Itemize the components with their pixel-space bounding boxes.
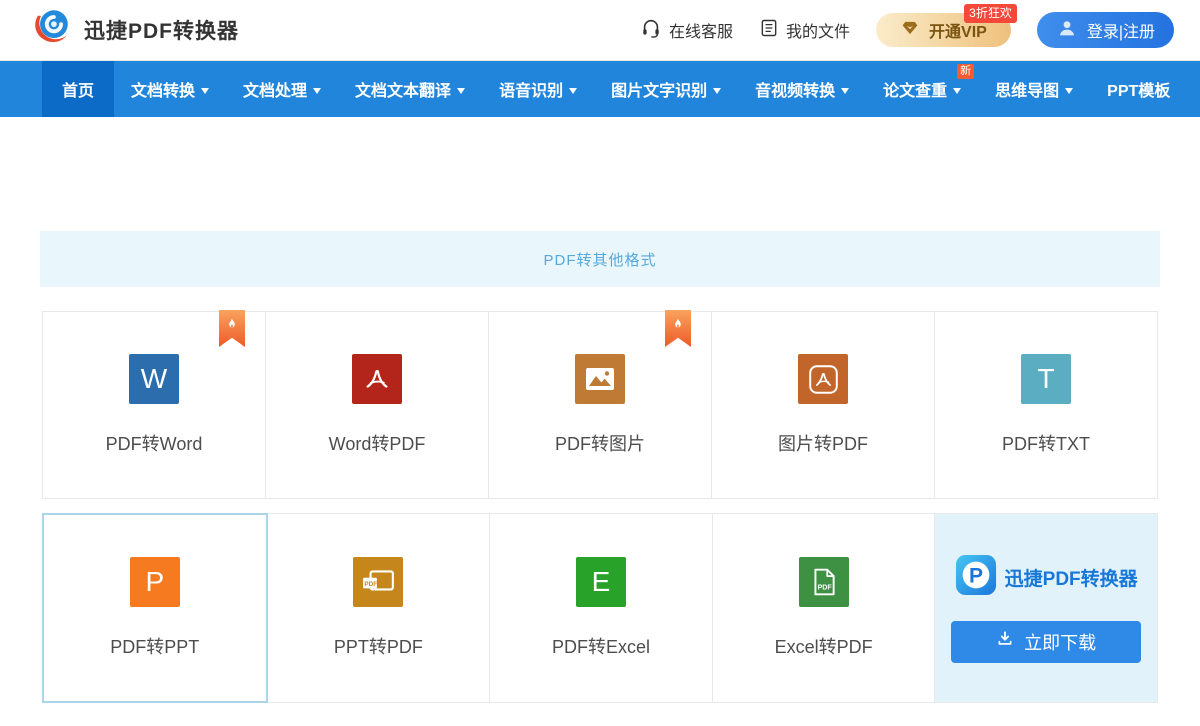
- nav-item-home[interactable]: 首页: [42, 61, 114, 117]
- tool-card-label: PDF转Excel: [552, 633, 650, 659]
- nav-item-label: 语音识别: [499, 77, 563, 101]
- tool-card-label: PDF转Word: [106, 430, 203, 456]
- tool-grid-row2: P PDF转PPT PDF PPT转PDF E PDF转Excel PDF Excel转PDF…: [42, 513, 1158, 703]
- pdf-to-txt-icon: T: [1021, 354, 1071, 404]
- new-badge: 新: [957, 64, 974, 79]
- nav-item-mind-map[interactable]: 思维导图: [978, 61, 1090, 117]
- hot-flame-badge: [219, 310, 245, 347]
- nav-item-label: 图片文字识别: [611, 77, 707, 101]
- online-service-label: 在线客服: [669, 18, 733, 42]
- headset-icon: [640, 17, 662, 44]
- svg-text:PDF: PDF: [817, 585, 832, 592]
- nav-item-label: 文档处理: [243, 77, 307, 101]
- nav-item-label: 思维导图: [995, 77, 1059, 101]
- tool-card-pdf-to-excel[interactable]: E PDF转Excel: [490, 513, 713, 703]
- tool-card-label: PPT转PDF: [334, 633, 423, 659]
- tool-card-label: Excel转PDF: [775, 633, 873, 659]
- nav-item-doc-process[interactable]: 文档处理: [226, 61, 338, 117]
- tool-card-label: PDF转PPT: [110, 633, 199, 659]
- chevron-down-icon: [713, 88, 721, 94]
- nav-item-ppt-template[interactable]: PPT模板: [1090, 61, 1187, 117]
- nav-item-label: 首页: [62, 77, 94, 101]
- chevron-down-icon: [1065, 88, 1073, 94]
- tool-card-label: Word转PDF: [329, 430, 426, 456]
- chevron-down-icon: [457, 88, 465, 94]
- tool-card-ppt-to-pdf[interactable]: PDF PPT转PDF: [268, 513, 491, 703]
- tool-card-pdf-to-ppt[interactable]: P PDF转PPT: [42, 513, 268, 703]
- tool-card-pdf-to-word[interactable]: W PDF转Word: [42, 311, 266, 499]
- tool-card-label: PDF转TXT: [1002, 430, 1090, 456]
- nav-item-label: PPT模板: [1107, 77, 1170, 101]
- login-register-label: 登录|注册: [1087, 18, 1155, 42]
- nav-item-ocr[interactable]: 图片文字识别: [594, 61, 738, 117]
- section-banner: PDF转其他格式: [40, 231, 1160, 287]
- nav-item-speech-recognition[interactable]: 语音识别: [482, 61, 594, 117]
- nav-item-label: 文档转换: [131, 77, 195, 101]
- chevron-down-icon: [569, 88, 577, 94]
- top-bar: 迅捷PDF转换器 在线客服 我的文件: [0, 0, 1200, 61]
- pdf-to-image-icon: [575, 354, 625, 404]
- word-to-pdf-icon: [352, 354, 402, 404]
- promo-brand-name: 迅捷PDF转换器: [1005, 564, 1138, 591]
- nav-item-label: 论文查重: [883, 77, 947, 101]
- top-bar-actions: 在线客服 我的文件 3折狂欢 开通VIP: [640, 12, 1174, 48]
- pdf-to-word-icon: W: [129, 354, 179, 404]
- nav-item-client[interactable]: 客户端: [1187, 61, 1200, 117]
- tool-grid-row1: W PDF转Word Word转PDF PDF转图片 图片转PDF T PDF转TXT: [42, 311, 1158, 499]
- section-title: PDF转其他格式: [543, 249, 656, 270]
- ppt-to-pdf-icon: PDF: [353, 557, 403, 607]
- pdf-to-ppt-icon: P: [130, 557, 180, 607]
- chevron-down-icon: [841, 88, 849, 94]
- download-icon: [996, 630, 1014, 653]
- promo-brand: P 迅捷PDF转换器: [955, 554, 1138, 601]
- tool-card-pdf-to-txt[interactable]: T PDF转TXT: [935, 311, 1158, 499]
- hot-flame-badge: [665, 310, 691, 347]
- main-nav: 首页文档转换文档处理文档文本翻译语音识别图片文字识别音视频转换论文查重新思维导图…: [0, 61, 1200, 117]
- open-vip-button[interactable]: 3折狂欢 开通VIP: [876, 13, 1011, 47]
- tool-card-pdf-to-image[interactable]: PDF转图片: [489, 311, 712, 499]
- pdf-to-excel-icon: E: [576, 557, 626, 607]
- nav-item-label: 文档文本翻译: [355, 77, 451, 101]
- login-register-button[interactable]: 登录|注册: [1037, 12, 1174, 48]
- user-icon: [1056, 17, 1078, 44]
- tool-card-excel-to-pdf[interactable]: PDF Excel转PDF: [713, 513, 936, 703]
- brand[interactable]: 迅捷PDF转换器: [30, 6, 239, 55]
- image-to-pdf-icon: [798, 354, 848, 404]
- brand-name: 迅捷PDF转换器: [84, 15, 239, 45]
- download-now-label: 立即下载: [1024, 629, 1096, 655]
- chevron-down-icon: [201, 88, 209, 94]
- download-now-button[interactable]: 立即下载: [951, 621, 1141, 663]
- my-files-link[interactable]: 我的文件: [759, 18, 850, 43]
- chevron-down-icon: [953, 88, 961, 94]
- vip-sale-badge: 3折狂欢: [964, 4, 1017, 23]
- nav-item-paper-check[interactable]: 论文查重新: [866, 61, 978, 117]
- my-files-label: 我的文件: [786, 18, 850, 42]
- vip-gem-icon: [900, 19, 920, 42]
- file-list-icon: [759, 18, 779, 43]
- app-promo-cell: P 迅捷PDF转换器 立即下载: [935, 513, 1158, 703]
- nav-item-av-convert[interactable]: 音视频转换: [738, 61, 866, 117]
- chevron-down-icon: [313, 88, 321, 94]
- nav-item-doc-translate[interactable]: 文档文本翻译: [338, 61, 482, 117]
- svg-text:P: P: [969, 564, 983, 587]
- excel-to-pdf-icon: PDF: [799, 557, 849, 607]
- tool-card-image-to-pdf[interactable]: 图片转PDF: [712, 311, 935, 499]
- online-service-link[interactable]: 在线客服: [640, 17, 733, 44]
- app-logo-icon: P: [955, 554, 997, 601]
- svg-text:PDF: PDF: [365, 581, 378, 588]
- tool-card-label: PDF转图片: [555, 430, 645, 456]
- tool-card-word-to-pdf[interactable]: Word转PDF: [266, 311, 489, 499]
- nav-item-doc-convert[interactable]: 文档转换: [114, 61, 226, 117]
- brand-logo-icon: [30, 6, 74, 55]
- tool-card-label: 图片转PDF: [778, 430, 868, 456]
- nav-item-label: 音视频转换: [755, 77, 835, 101]
